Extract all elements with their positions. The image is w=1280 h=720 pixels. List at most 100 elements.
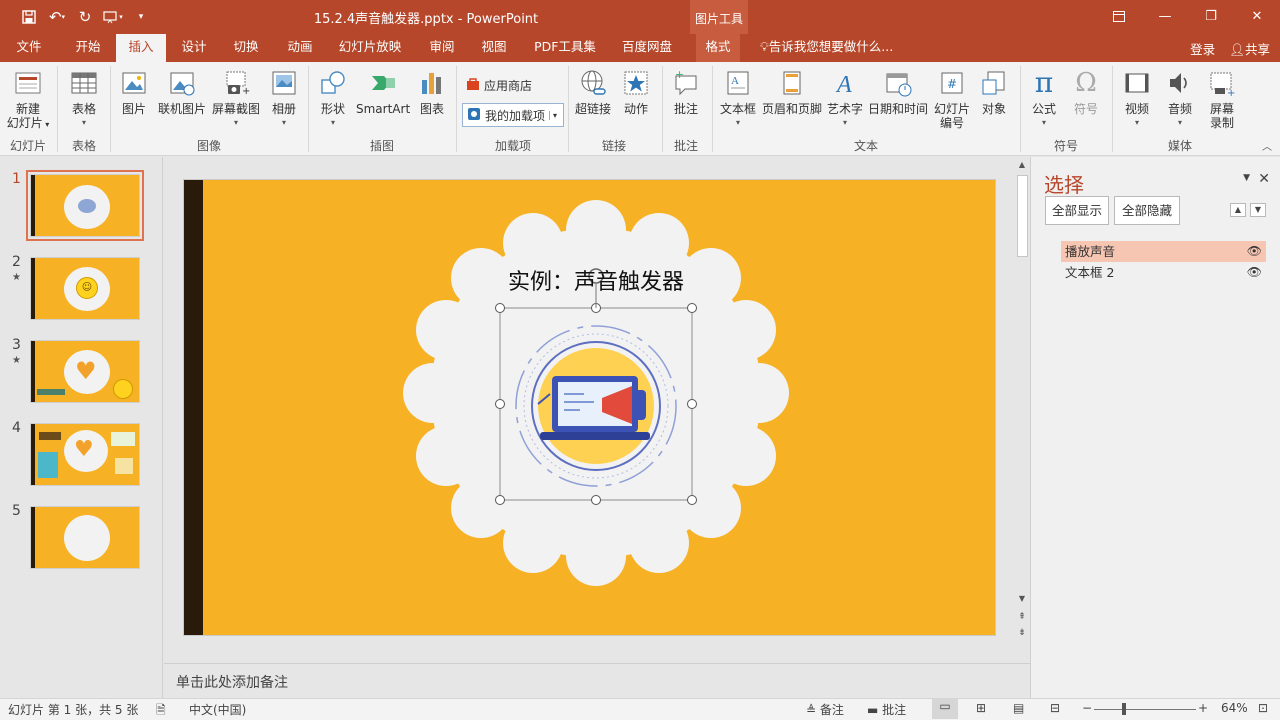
action-button[interactable]: 动作: [616, 68, 656, 116]
selection-pane: 选择 ▼ ✕ 全部显示 全部隐藏 ▲ ▼ 播放声音 👁︎ 文本框 2 👁︎: [1030, 157, 1280, 698]
group-label-links: 链接: [601, 139, 626, 153]
vertical-scrollbar[interactable]: ▲ ▼ ⇞ ⇟: [1014, 157, 1030, 663]
slide-thumbnail-3[interactable]: ♥: [30, 340, 140, 403]
slide-thumbnail-2[interactable]: ☺: [30, 257, 140, 320]
fit-slide-icon[interactable]: ⊡: [1258, 701, 1268, 715]
audio-button[interactable]: 音频 ▾: [1160, 68, 1200, 130]
thumb-shape: [111, 432, 135, 446]
group-label-slides: 幻灯片: [9, 139, 46, 153]
tab-pdf-tools[interactable]: PDF工具集: [530, 34, 600, 62]
close-icon[interactable]: ✕: [1258, 171, 1270, 187]
tab-view[interactable]: 视图: [472, 34, 516, 62]
restore-icon[interactable]: ❐: [1188, 0, 1234, 32]
photo-album-icon: [264, 68, 304, 98]
minimize-icon[interactable]: —: [1142, 0, 1188, 32]
scroll-down-icon[interactable]: ▼: [1014, 594, 1030, 603]
zoom-slider[interactable]: [1094, 709, 1196, 710]
store-button[interactable]: 应用商店: [462, 74, 536, 96]
send-backward-icon[interactable]: ▼: [1250, 203, 1266, 217]
zoom-in-icon[interactable]: +: [1198, 701, 1208, 715]
status-bar: 幻灯片 第 1 张，共 5 张 🗎︎ 中文(中国) ≜ 备注 ▬ 批注 ▭ ⊞ …: [0, 698, 1280, 720]
notes-placeholder: 单击此处添加备注: [176, 675, 288, 691]
spellcheck-icon[interactable]: 🗎︎: [156, 701, 166, 720]
tab-design[interactable]: 设计: [172, 34, 216, 62]
bring-forward-icon[interactable]: ▲: [1230, 203, 1246, 217]
shapes-button[interactable]: 形状 ▾: [312, 68, 354, 130]
tab-animations[interactable]: 动画: [278, 34, 322, 62]
slide-canvas[interactable]: 实例：声音触发器: [183, 179, 996, 636]
object-button[interactable]: 对象: [974, 68, 1014, 116]
video-button[interactable]: 视频 ▾: [1116, 68, 1158, 130]
close-icon[interactable]: ✕: [1234, 0, 1280, 32]
photo-album-button[interactable]: 相册 ▾: [264, 68, 304, 130]
chevron-down-icon: ▾: [330, 118, 335, 127]
ribbon-display-icon[interactable]: [1096, 0, 1142, 32]
language-indicator[interactable]: 中文(中国): [189, 701, 246, 718]
eye-icon[interactable]: 👁︎: [1247, 241, 1262, 262]
comments-toggle[interactable]: ▬ 批注: [867, 701, 906, 718]
reading-view-icon[interactable]: ▤: [1013, 701, 1024, 715]
slide-sorter-icon[interactable]: ⊞: [976, 701, 986, 715]
scroll-up-icon[interactable]: ▲: [1014, 160, 1030, 169]
smartart-button[interactable]: SmartArt: [356, 68, 410, 116]
screen-recording-button[interactable]: + 屏幕 录制: [1202, 68, 1242, 130]
tab-home[interactable]: 开始: [66, 34, 110, 62]
group-label-tables: 表格: [71, 139, 96, 153]
zoom-out-icon[interactable]: −: [1082, 701, 1092, 715]
notes-pane[interactable]: 单击此处添加备注: [164, 663, 1030, 698]
slide-thumbnail-5[interactable]: [30, 506, 140, 569]
comment-button[interactable]: + 批注: [666, 68, 706, 116]
ribbon-separator: [308, 66, 309, 152]
tab-transitions[interactable]: 切换: [224, 34, 268, 62]
table-button[interactable]: 表格 ▾: [62, 68, 106, 130]
layer-item[interactable]: 文本框 2 👁︎: [1061, 262, 1266, 283]
pane-options-icon[interactable]: ▼: [1243, 173, 1250, 183]
slide-thumbnail-4[interactable]: ♥: [30, 423, 140, 486]
picture-button[interactable]: 图片: [114, 68, 154, 116]
slideshow-view-icon[interactable]: ⊟: [1050, 701, 1060, 715]
slide-artwork: [403, 200, 789, 586]
tab-file[interactable]: 文件: [8, 34, 50, 62]
header-footer-button[interactable]: 页眉和页脚: [762, 68, 822, 116]
chevron-down-icon[interactable]: ▾: [549, 110, 557, 120]
chevron-down-icon: ▾: [1041, 118, 1046, 127]
scroll-thumb[interactable]: [1017, 175, 1028, 257]
eye-icon[interactable]: 👁︎: [1247, 262, 1262, 283]
collapse-ribbon-icon[interactable]: ︿: [1262, 138, 1272, 153]
hyperlink-button[interactable]: 超链接: [572, 68, 614, 116]
online-picture-button[interactable]: 联机图片: [156, 68, 208, 116]
symbol-button[interactable]: Ω 符号: [1066, 68, 1106, 116]
group-label-text: 文本: [853, 139, 878, 153]
date-time-button[interactable]: 日期和时间: [866, 68, 930, 116]
wordart-button[interactable]: A 艺术字 ▾: [824, 68, 866, 130]
slide-title[interactable]: 实例：声音触发器: [496, 264, 696, 296]
normal-view-icon[interactable]: ▭: [932, 699, 958, 719]
tab-baidu-netdisk[interactable]: 百度网盘: [614, 34, 680, 62]
screenshot-button[interactable]: + 屏幕截图 ▾: [210, 68, 262, 130]
layer-item[interactable]: 播放声音 👁︎: [1061, 241, 1266, 262]
textbox-button[interactable]: A 文本框 ▾: [716, 68, 760, 130]
tab-slideshow[interactable]: 幻灯片放映: [334, 34, 406, 62]
new-slide-button[interactable]: 新建 幻灯片 ▾: [4, 68, 52, 132]
my-addins-button[interactable]: 我的加载项 ▾: [462, 103, 564, 127]
heart-icon: ♥: [75, 357, 97, 385]
notes-toggle[interactable]: ≜ 备注: [806, 701, 844, 718]
show-all-button[interactable]: 全部显示: [1045, 196, 1109, 225]
slide-number-button[interactable]: # 幻灯片 编号: [930, 68, 974, 130]
tab-format[interactable]: 格式: [696, 34, 740, 62]
hide-all-button[interactable]: 全部隐藏: [1114, 196, 1180, 225]
slide-thumbnail-1[interactable]: [26, 170, 144, 241]
svg-text:+: +: [242, 86, 250, 97]
share-button[interactable]: 👤︎共享: [1229, 39, 1270, 58]
chart-button[interactable]: 图表: [412, 68, 452, 116]
group-label-images: 图像: [196, 139, 221, 153]
zoom-slider-thumb[interactable]: [1122, 703, 1126, 715]
previous-slide-icon[interactable]: ⇞: [1014, 612, 1030, 622]
tab-review[interactable]: 审阅: [420, 34, 464, 62]
tell-me-box[interactable]: 💡︎告诉我您想要做什么...: [760, 34, 920, 62]
equation-button[interactable]: π 公式 ▾: [1024, 68, 1064, 130]
zoom-level[interactable]: 64%: [1221, 701, 1248, 715]
next-slide-icon[interactable]: ⇟: [1014, 628, 1030, 638]
login-link[interactable]: 登录: [1190, 39, 1215, 58]
tab-insert[interactable]: 插入: [116, 34, 166, 62]
